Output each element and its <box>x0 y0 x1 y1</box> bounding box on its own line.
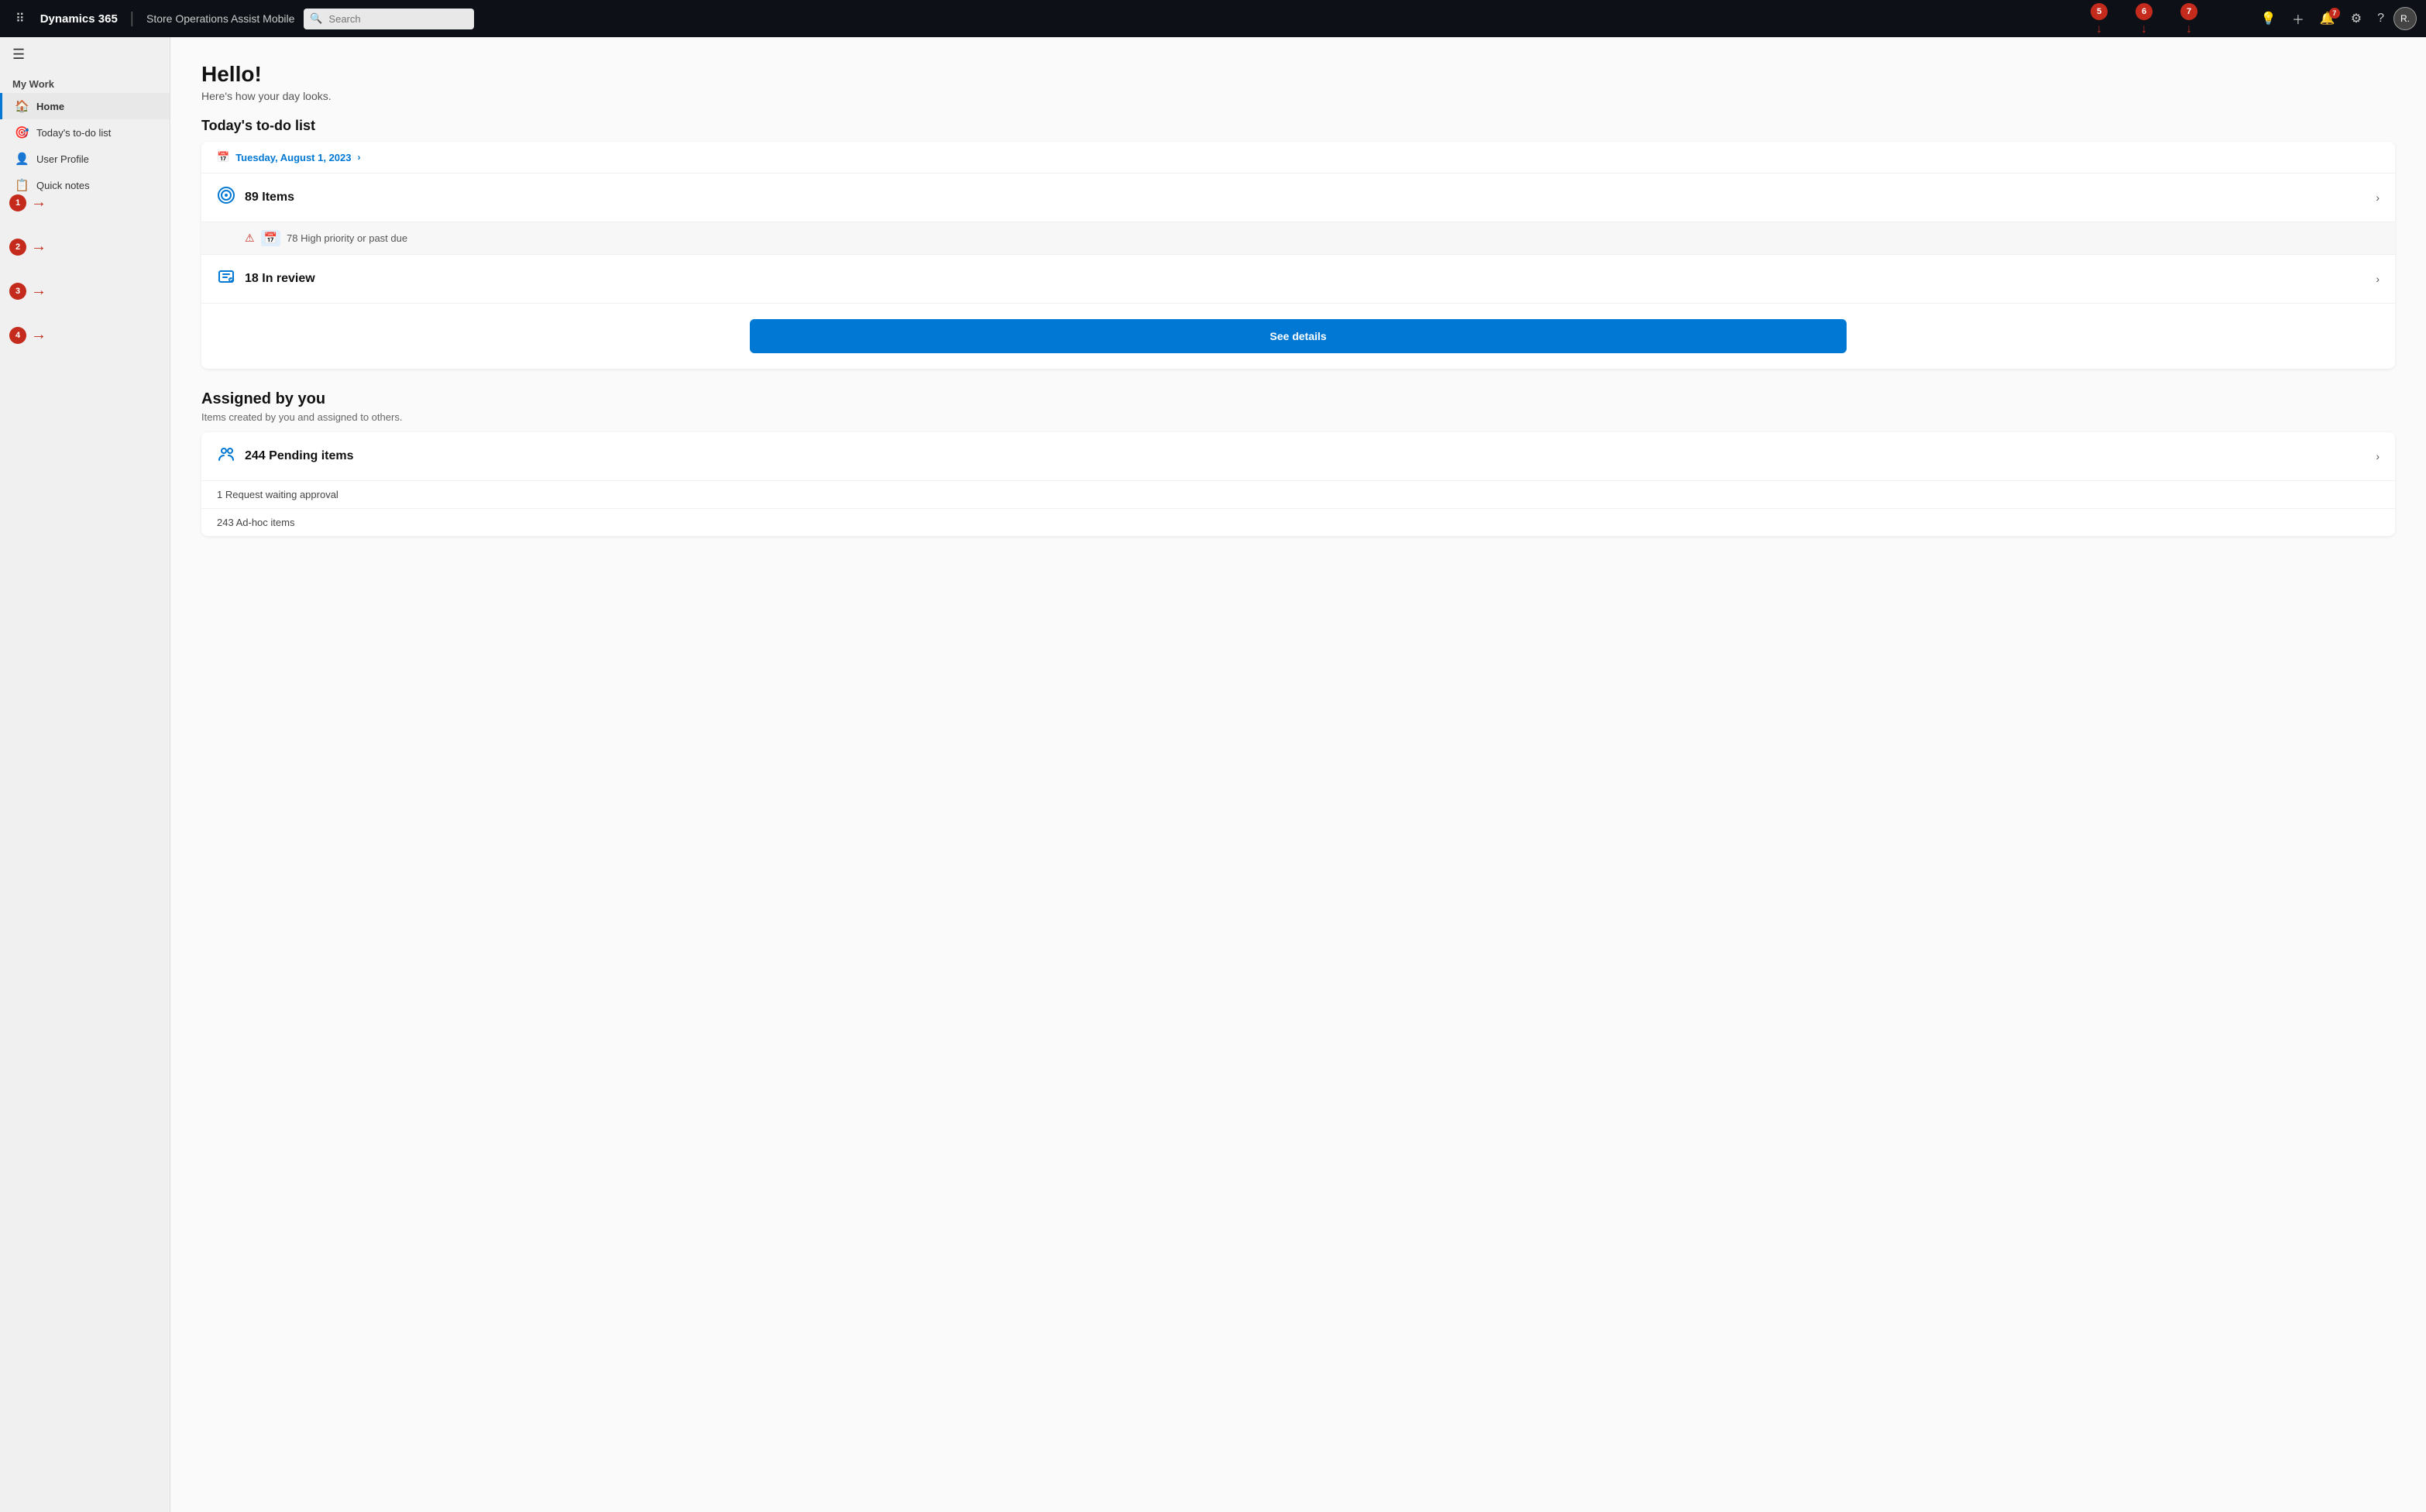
date-chevron-icon: › <box>358 152 361 163</box>
app-name: Store Operations Assist Mobile <box>146 12 294 25</box>
sidebar-item-profile-label: User Profile <box>36 153 89 165</box>
app-body: ☰ My Work 🏠 Home 🎯 Today's to-do list 👤 … <box>0 37 2426 1512</box>
notification-badge: 7 <box>2329 8 2340 19</box>
search-icon: 🔍 <box>310 12 322 25</box>
home-icon: 🏠 <box>15 99 29 113</box>
warning-icon: ⚠ <box>245 232 255 245</box>
review-icon <box>217 267 235 290</box>
calendar-icon: 📅 <box>217 151 229 163</box>
sidebar-item-home[interactable]: 🏠 Home <box>0 93 170 119</box>
assigned-section-subtitle: Items created by you and assigned to oth… <box>201 411 2395 423</box>
apps-grid-button[interactable]: ⠿ <box>9 6 31 31</box>
greeting-subtitle: Here's how your day looks. <box>201 90 2395 102</box>
items-count-label: 89 Items <box>245 191 2366 204</box>
pending-count-label: 244 Pending items <box>245 449 2366 463</box>
sidebar-item-notes-label: Quick notes <box>36 180 90 191</box>
sidebar-item-profile[interactable]: 👤 User Profile <box>0 146 170 172</box>
notes-icon: 📋 <box>15 178 29 192</box>
date-label: Tuesday, August 1, 2023 <box>235 152 351 163</box>
sidebar-item-todo[interactable]: 🎯 Today's to-do list <box>0 119 170 146</box>
pending-icon <box>217 445 235 468</box>
user-icon: 👤 <box>15 152 29 166</box>
review-count-label: 18 In review <box>245 272 2366 286</box>
hamburger-menu[interactable]: ☰ <box>0 37 170 72</box>
sidebar-item-notes[interactable]: 📋 Quick notes <box>0 172 170 198</box>
sidebar-item-home-label: Home <box>36 101 64 112</box>
items-stat-row[interactable]: 89 Items › <box>201 174 2395 222</box>
search-wrapper: 🔍 <box>304 9 675 29</box>
sidebar-section-title: My Work <box>0 72 170 93</box>
high-priority-label: 78 High priority or past due <box>287 232 407 244</box>
sidebar-item-todo-label: Today's to-do list <box>36 127 111 139</box>
todo-section-title: Today's to-do list <box>201 118 2395 134</box>
brand-name: Dynamics 365 <box>40 12 118 26</box>
main-content: Hello! Here's how your day looks. Today'… <box>170 37 2426 1512</box>
sidebar: ☰ My Work 🏠 Home 🎯 Today's to-do list 👤 … <box>0 37 170 1512</box>
pending-chevron-icon: › <box>2376 450 2380 462</box>
pending-stat-row[interactable]: 244 Pending items › <box>201 432 2395 481</box>
greeting-title: Hello! <box>201 62 2395 87</box>
settings-button[interactable]: ⚙ <box>2345 6 2368 31</box>
assigned-section-title: Assigned by you <box>201 390 2395 408</box>
brand-divider: | <box>130 10 134 28</box>
target-stat-icon <box>217 186 235 209</box>
date-row[interactable]: 📅 Tuesday, August 1, 2023 › <box>201 142 2395 174</box>
see-details-button[interactable]: See details <box>750 319 1847 353</box>
topbar-actions: 💡 ＋ 🔔 7 ⚙ ? R. <box>2255 5 2417 33</box>
notifications-button[interactable]: 🔔 7 <box>2314 6 2342 31</box>
todo-card: 📅 Tuesday, August 1, 2023 › 89 Items › <box>201 142 2395 369</box>
lightbulb-button[interactable]: 💡 <box>2255 6 2283 31</box>
pending-sub-2: 243 Ad-hoc items <box>201 509 2395 536</box>
review-stat-row[interactable]: 18 In review › <box>201 255 2395 304</box>
help-button[interactable]: ? <box>2371 7 2390 30</box>
high-priority-row: ⚠ 📅 78 High priority or past due <box>201 222 2395 255</box>
search-input[interactable] <box>304 9 474 29</box>
items-chevron-icon: › <box>2376 191 2380 204</box>
add-button[interactable]: ＋ <box>2286 5 2311 33</box>
overdue-cal-icon: 📅 <box>261 230 280 246</box>
review-chevron-icon: › <box>2376 273 2380 285</box>
topbar: ⠿ Dynamics 365 | Store Operations Assist… <box>0 0 2426 37</box>
assigned-card: 244 Pending items › 1 Request waiting ap… <box>201 432 2395 536</box>
avatar[interactable]: R. <box>2393 7 2417 30</box>
target-icon: 🎯 <box>15 125 29 139</box>
pending-sub-1: 1 Request waiting approval <box>201 481 2395 509</box>
